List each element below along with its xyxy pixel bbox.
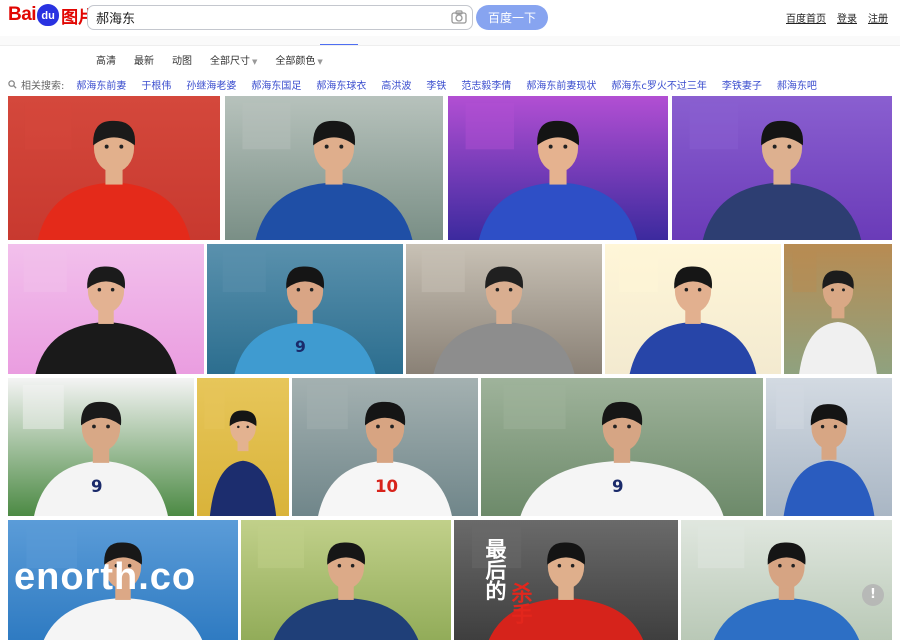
result-image[interactable] xyxy=(672,96,892,240)
image-thumbnail xyxy=(406,244,602,374)
related-label-text: 相关搜索: xyxy=(21,81,65,92)
related-term[interactable]: 郝海东球衣 xyxy=(316,77,366,92)
result-image[interactable] xyxy=(8,244,204,374)
chevron-down-icon: ▼ xyxy=(317,58,323,66)
filter-bar: 高清 最新 动图 全部尺寸 ▼ 全部颜色 ▼ xyxy=(96,52,323,67)
paw-icon: du xyxy=(37,4,60,26)
search-button[interactable]: 百度一下 xyxy=(476,5,548,30)
result-image[interactable]: 9 xyxy=(481,378,763,516)
related-term[interactable]: 李铁妻子 xyxy=(722,77,762,92)
result-image[interactable] xyxy=(225,96,443,240)
related-searches: 相关搜索: 郝海东前妻 于根伟 孙继海老婆 郝海东国足 郝海东球衣 高洪波 李铁 范志毅李倩郝… xyxy=(8,77,817,92)
jersey-number: 9 xyxy=(612,477,624,497)
image-thumbnail xyxy=(225,96,443,240)
related-term[interactable]: 高洪波 xyxy=(381,77,411,92)
register-link[interactable]: 注册 xyxy=(868,10,888,25)
related-term[interactable]: 郝海东前妻现状 xyxy=(526,77,596,92)
result-image[interactable]: 9 xyxy=(8,378,194,516)
result-image[interactable] xyxy=(766,378,892,516)
chevron-down-icon: ▼ xyxy=(252,58,258,66)
related-term[interactable]: 范志毅李倩 xyxy=(461,77,511,92)
filter-animated[interactable]: 动图 xyxy=(172,52,192,67)
image-thumbnail xyxy=(784,244,892,374)
search-box xyxy=(87,5,473,30)
related-label: 相关搜索: xyxy=(8,77,64,92)
search-icon xyxy=(8,80,17,89)
result-image[interactable] xyxy=(784,244,892,374)
home-link[interactable]: 百度首页 xyxy=(786,10,826,25)
watermark-text: enorth.co xyxy=(14,556,197,598)
related-term[interactable]: 郝海东前妻 xyxy=(76,77,126,92)
image-thumbnail xyxy=(8,244,204,374)
result-image[interactable]: 最后的 杀手 xyxy=(454,520,678,640)
result-image[interactable] xyxy=(448,96,668,240)
baidu-image-logo[interactable]: Bai du 图片 xyxy=(8,2,95,28)
feedback-button[interactable]: ! xyxy=(862,584,884,606)
image-thumbnail xyxy=(197,378,289,516)
image-thumbnail xyxy=(448,96,668,240)
filter-size[interactable]: 全部尺寸 ▼ xyxy=(210,52,257,67)
image-thumbnail xyxy=(766,378,892,516)
related-term[interactable]: 李铁 xyxy=(426,77,446,92)
active-tab-indicator xyxy=(320,44,358,45)
related-terms-list: 郝海东前妻 于根伟 孙继海老婆 郝海东国足 郝海东球衣 高洪波 李铁 范志毅李倩 郝海东前妻现状… xyxy=(76,77,817,92)
result-image[interactable] xyxy=(681,520,892,640)
slogan-text: 最后的 xyxy=(483,538,508,601)
related-term[interactable]: 孙继海老婆 xyxy=(186,77,236,92)
image-thumbnail xyxy=(605,244,781,374)
top-header: Bai du 图片 百度一下 百度首页 登录 注册 xyxy=(0,0,900,36)
filter-color[interactable]: 全部颜色 ▼ xyxy=(275,52,322,67)
related-term[interactable]: 郝海东吧 xyxy=(777,77,817,92)
jersey-number: 9 xyxy=(295,337,306,356)
filter-size-label: 全部尺寸 xyxy=(210,56,250,67)
result-image[interactable] xyxy=(605,244,781,374)
image-thumbnail xyxy=(672,96,892,240)
jersey-number: 9 xyxy=(91,477,103,497)
related-term[interactable]: 郝海东c罗火不过三年 xyxy=(611,77,707,92)
result-image[interactable]: 10 xyxy=(292,378,478,516)
result-image[interactable]: 9 xyxy=(207,244,403,374)
camera-icon[interactable] xyxy=(451,10,467,24)
login-link[interactable]: 登录 xyxy=(837,10,857,25)
logo-text-bai: Bai xyxy=(8,4,37,25)
top-links: 百度首页 登录 注册 xyxy=(786,10,888,25)
result-image[interactable] xyxy=(406,244,602,374)
filter-latest[interactable]: 最新 xyxy=(134,52,154,67)
image-thumbnail xyxy=(8,96,220,240)
related-term[interactable]: 郝海东国足 xyxy=(251,77,301,92)
image-thumbnail xyxy=(681,520,892,640)
slogan-highlight-text: 杀手 xyxy=(509,582,534,624)
result-image[interactable] xyxy=(241,520,451,640)
result-image[interactable] xyxy=(8,96,220,240)
result-image[interactable] xyxy=(197,378,289,516)
jersey-number: 10 xyxy=(375,477,399,497)
related-term[interactable]: 于根伟 xyxy=(141,77,171,92)
filter-hd[interactable]: 高清 xyxy=(96,52,116,67)
image-thumbnail xyxy=(241,520,451,640)
result-image[interactable]: enorth.co xyxy=(8,520,238,640)
filter-color-label: 全部颜色 xyxy=(275,56,316,67)
search-input[interactable] xyxy=(88,6,438,29)
